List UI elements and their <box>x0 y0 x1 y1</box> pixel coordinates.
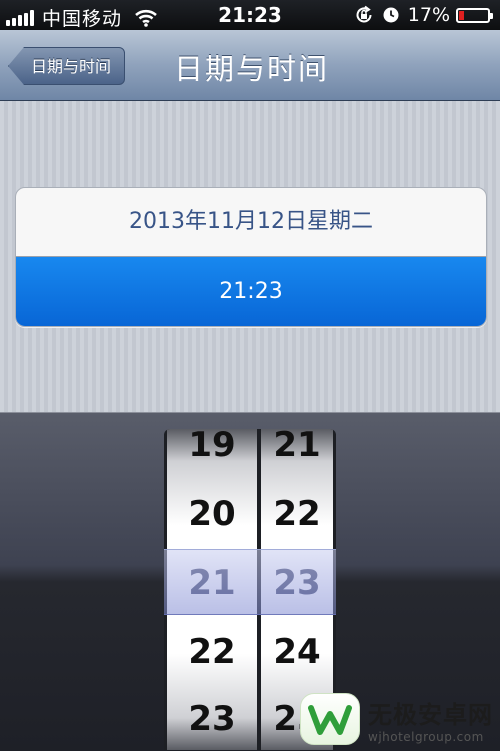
battery-fill <box>459 10 464 20</box>
watermark-logo-icon <box>300 693 360 745</box>
page-title: 日期与时间 <box>174 52 330 86</box>
settings-content: 2013年11月12日星期二 21:23 <box>0 101 500 412</box>
hour-option[interactable]: 20 <box>167 494 257 534</box>
date-row[interactable]: 2013年11月12日星期二 <box>16 188 486 257</box>
minute-option[interactable]: 21 <box>261 429 333 465</box>
rotation-lock-icon <box>356 5 372 23</box>
navigation-bar: 日期与时间 日期与时间 <box>0 30 500 101</box>
date-time-group: 2013年11月12日星期二 21:23 <box>15 187 487 327</box>
status-right: 17% <box>354 4 493 26</box>
status-bar: 中国移动 21:23 17% <box>0 0 500 30</box>
alarm-icon <box>383 7 399 23</box>
hour-option[interactable]: 22 <box>167 632 257 672</box>
watermark-url: wjhotelgroup.com <box>368 729 484 744</box>
hour-option[interactable]: 23 <box>167 699 257 739</box>
watermark-name: 无极安卓网 <box>368 700 493 729</box>
picker-selection-bar <box>164 549 336 615</box>
battery-percent: 17% <box>407 4 450 26</box>
back-button[interactable]: 日期与时间 <box>8 47 126 85</box>
watermark: 无极安卓网 wjhotelgroup.com <box>300 693 493 745</box>
minute-option[interactable]: 22 <box>261 494 333 534</box>
battery-icon <box>456 7 493 23</box>
hour-option[interactable]: 19 <box>167 429 257 465</box>
time-row[interactable]: 21:23 <box>16 257 486 326</box>
watermark-text: 无极安卓网 wjhotelgroup.com <box>368 695 493 744</box>
minute-option[interactable]: 24 <box>261 632 333 672</box>
